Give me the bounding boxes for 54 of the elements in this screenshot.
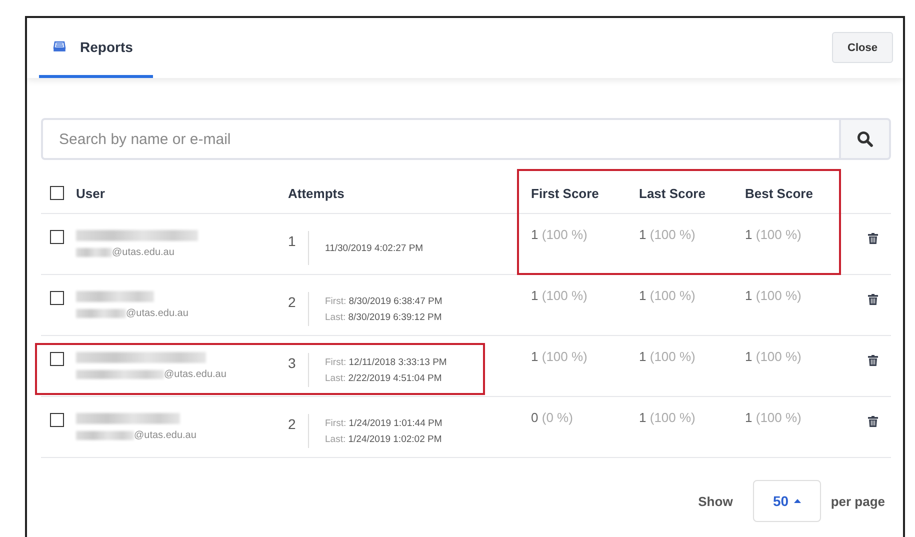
blurred-email: [76, 248, 112, 257]
score-value: 1 (100 %): [745, 287, 802, 303]
email-domain: @utas.edu.au: [112, 247, 174, 258]
attempt-count: 2: [288, 293, 297, 310]
attempt-date: Last: 1/24/2019 1:02:02 PM: [325, 434, 442, 444]
row-checkbox[interactable]: [50, 291, 64, 305]
column-header: First Score: [531, 186, 600, 200]
column-header: Last Score: [639, 186, 706, 200]
column-header: Best Score: [745, 186, 814, 200]
attempt-date: Last: 2/22/2019 4:51:04 PM: [325, 372, 443, 384]
score-value: 1 (100 %): [639, 226, 696, 242]
attempt-count: 3: [288, 354, 297, 371]
trash-icon[interactable]: [868, 294, 878, 305]
score-value: 1 (100 %): [745, 409, 802, 425]
score-value: 1 (100 %): [531, 287, 588, 303]
trash-icon[interactable]: [868, 416, 878, 427]
select-all-checkbox[interactable]: [50, 186, 64, 200]
column-header: User: [76, 186, 105, 200]
email-domain: @utas.edu.au: [134, 430, 196, 441]
score-value: 1 (100 %): [639, 287, 696, 303]
attempt-date: Last: 8/30/2019 6:39:12 PM: [325, 312, 442, 322]
reports-tab[interactable]: Reports: [39, 18, 153, 78]
score-value: 1 (100 %): [531, 226, 588, 242]
trash-icon[interactable]: [868, 355, 878, 366]
row-checkbox[interactable]: [50, 230, 64, 244]
email-domain: @utas.edu.au: [126, 308, 188, 319]
attempt-count: 2: [288, 415, 297, 432]
score-value: 1 (100 %): [639, 348, 696, 364]
blurred-email: [76, 309, 126, 318]
page-size-select[interactable]: 50: [752, 480, 821, 522]
show-label: Show: [698, 494, 733, 508]
stack-icon: [53, 41, 66, 52]
search-icon: [857, 131, 873, 147]
attempt-date: First: 12/11/2018 3:33:13 PM: [325, 356, 447, 368]
score-value: 1 (100 %): [745, 348, 802, 364]
attempt-date: 11/30/2019 4:02:27 PM: [325, 242, 424, 254]
row-checkbox[interactable]: [50, 413, 64, 427]
score-value: 1 (100 %): [745, 226, 802, 242]
blurred-email: [76, 431, 134, 440]
caret-icon: [794, 499, 801, 503]
search-button[interactable]: [839, 118, 891, 160]
attempt-date: First: 8/30/2019 6:38:47 PM: [325, 296, 442, 306]
attempt-count: 1: [288, 232, 297, 249]
row-checkbox[interactable]: [50, 352, 64, 366]
trash-icon[interactable]: [868, 233, 878, 244]
score-value: 1 (100 %): [531, 348, 588, 364]
close-button[interactable]: Close: [832, 32, 893, 63]
attempt-date: First: 1/24/2019 1:01:44 PM: [325, 418, 442, 428]
score-value: 0 (0 %): [531, 409, 574, 425]
email-domain: @utas.edu.au: [164, 369, 226, 380]
column-header: Attempts: [288, 186, 346, 200]
score-value: 1 (100 %): [639, 409, 696, 425]
per-page-label: per page: [830, 494, 885, 508]
search-field[interactable]: Search by name or e-mail: [41, 118, 839, 160]
